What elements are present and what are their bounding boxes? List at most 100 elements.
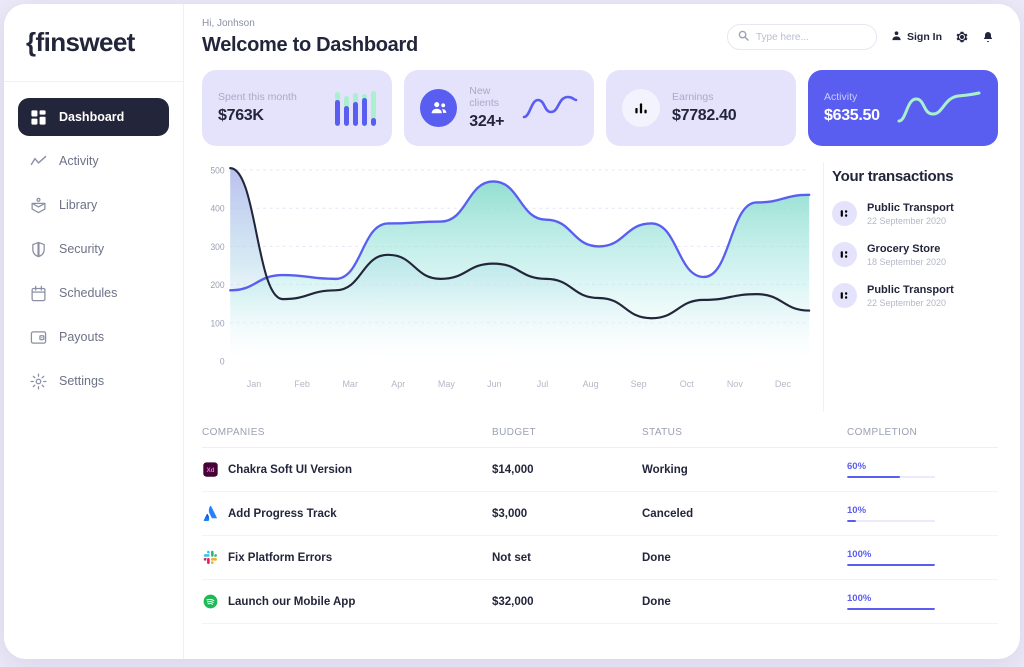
stat-visual: [896, 90, 982, 126]
wave-line-green-icon: [896, 90, 982, 126]
x-tick-label: Sep: [615, 379, 663, 389]
library-icon: [30, 197, 47, 214]
transaction-item[interactable]: Public Transport22 September 2020: [832, 201, 998, 226]
progress-bar-fill: [847, 608, 935, 611]
sidebar-item-label: Settings: [59, 374, 104, 388]
bar-chart-icon: [622, 89, 660, 127]
sidebar-item-label: Activity: [59, 154, 99, 168]
mini-bar: [344, 96, 349, 126]
table-row[interactable]: Launch our Mobile App$32,000Done100%: [202, 580, 998, 624]
progress-bar: [847, 608, 935, 611]
brand-name: {finsweet: [26, 27, 135, 58]
sidebar-item-payouts[interactable]: Payouts: [18, 318, 169, 356]
table-row[interactable]: XdChakra Soft UI Version$14,000Working60…: [202, 448, 998, 492]
cell-completion: 100%: [847, 593, 998, 611]
stat-value: $635.50: [824, 107, 880, 125]
topbar-actions: Sign In: [727, 24, 994, 50]
spotify-icon: [202, 594, 218, 610]
x-tick-label: Apr: [374, 379, 422, 389]
stat-texts: New clients324+: [469, 85, 522, 131]
stat-card-earnings[interactable]: Earnings$7782.40: [606, 70, 796, 146]
cell-completion: 60%: [847, 461, 998, 479]
x-tick-label: May: [422, 379, 470, 389]
sidebar-item-schedules[interactable]: Schedules: [18, 274, 169, 312]
topbar: Hi, Jonhson Welcome to Dashboard: [184, 4, 1020, 70]
stat-card-new-clients[interactable]: New clients324+: [404, 70, 594, 146]
page-title: Welcome to Dashboard: [202, 34, 418, 57]
progress-bar-fill: [847, 564, 935, 567]
chart-x-axis: JanFebMarAprMayJunJulAugSepOctNovDec: [202, 379, 813, 389]
search-box[interactable]: [727, 24, 877, 50]
sidebar-item-activity[interactable]: Activity: [18, 142, 169, 180]
wallet-icon: [30, 329, 47, 346]
table-row[interactable]: Fix Platform ErrorsNot setDone100%: [202, 536, 998, 580]
transaction-texts: Grocery Store 18 September 2020: [867, 243, 946, 267]
column-header-completion: COMPLETION: [847, 427, 998, 438]
cell-budget: $32,000: [492, 596, 642, 608]
page-heading: Hi, Jonhson Welcome to Dashboard: [202, 18, 418, 57]
cell-status: Done: [642, 552, 847, 564]
progress-bar: [847, 564, 935, 567]
area-chart-svg: 0100200300400500: [202, 162, 813, 377]
stat-visual: [335, 90, 376, 126]
atlassian-icon: [202, 506, 218, 522]
transaction-icon: [832, 242, 857, 267]
transaction-icon: [832, 283, 857, 308]
gear-icon: [30, 373, 47, 390]
x-tick-label: Feb: [278, 379, 326, 389]
stat-label: Earnings: [672, 91, 736, 103]
stat-label: New clients: [469, 85, 522, 109]
user-icon: [891, 28, 902, 46]
column-header-status: STATUS: [642, 427, 847, 438]
wave-line-icon: [522, 91, 578, 125]
stat-value: $763K: [218, 107, 297, 125]
transaction-date: 18 September 2020: [867, 257, 946, 267]
transaction-item[interactable]: Grocery Store 18 September 2020: [832, 242, 998, 267]
adobe-xd-icon: Xd: [202, 462, 218, 478]
company-name: Launch our Mobile App: [228, 596, 355, 608]
transaction-name: Grocery Store: [867, 243, 946, 255]
cell-company: Fix Platform Errors: [202, 550, 492, 566]
column-header-companies: COMPANIES: [202, 427, 492, 438]
app-window: {finsweet Dashboard Activity Library Securi…: [4, 4, 1020, 659]
x-tick-label: Oct: [663, 379, 711, 389]
stat-label: Activity: [824, 91, 880, 103]
transaction-item[interactable]: Public Transport22 September 2020: [832, 283, 998, 308]
search-input[interactable]: [756, 32, 866, 43]
cell-company: Add Progress Track: [202, 506, 492, 522]
mini-bar-chart: [335, 90, 376, 126]
dashboard-content: Spent this month $763K New clients324+ Earn…: [184, 70, 1020, 659]
stat-texts: Spent this month $763K: [218, 91, 297, 125]
gear-icon[interactable]: [956, 31, 968, 43]
main-area: Hi, Jonhson Welcome to Dashboard: [184, 4, 1020, 659]
bell-icon[interactable]: [982, 31, 994, 43]
transactions-title: Your transactions: [832, 168, 998, 185]
mini-bar: [353, 93, 358, 126]
mini-bar: [362, 94, 367, 126]
stat-card-spent-this-month[interactable]: Spent this month $763K: [202, 70, 392, 146]
svg-text:500: 500: [210, 165, 224, 175]
sidebar-item-label: Library: [59, 198, 97, 212]
stat-label: Spent this month: [218, 91, 297, 103]
sign-in-button[interactable]: Sign In: [891, 28, 942, 46]
table-row[interactable]: Add Progress Track$3,000Canceled10%: [202, 492, 998, 536]
cell-company: Launch our Mobile App: [202, 594, 492, 610]
svg-text:400: 400: [210, 203, 224, 213]
stat-card-activity[interactable]: Activity $635.50: [808, 70, 998, 146]
sidebar: {finsweet Dashboard Activity Library Securi…: [4, 4, 184, 659]
sidebar-item-settings[interactable]: Settings: [18, 362, 169, 400]
transaction-date: 22 September 2020: [867, 298, 954, 308]
stat-texts: Earnings$7782.40: [672, 91, 736, 125]
x-tick-label: Dec: [759, 379, 807, 389]
mini-bar: [371, 91, 376, 126]
sidebar-item-label: Payouts: [59, 330, 104, 344]
shield-icon: [30, 241, 47, 258]
company-name: Fix Platform Errors: [228, 552, 332, 564]
sidebar-item-dashboard[interactable]: Dashboard: [18, 98, 169, 136]
sidebar-item-library[interactable]: Library: [18, 186, 169, 224]
table-body: XdChakra Soft UI Version$14,000Working60…: [202, 448, 998, 624]
column-header-budget: BUDGET: [492, 427, 642, 438]
transaction-name: Public Transport: [867, 202, 954, 214]
sidebar-item-security[interactable]: Security: [18, 230, 169, 268]
activity-line-icon: [30, 153, 47, 170]
